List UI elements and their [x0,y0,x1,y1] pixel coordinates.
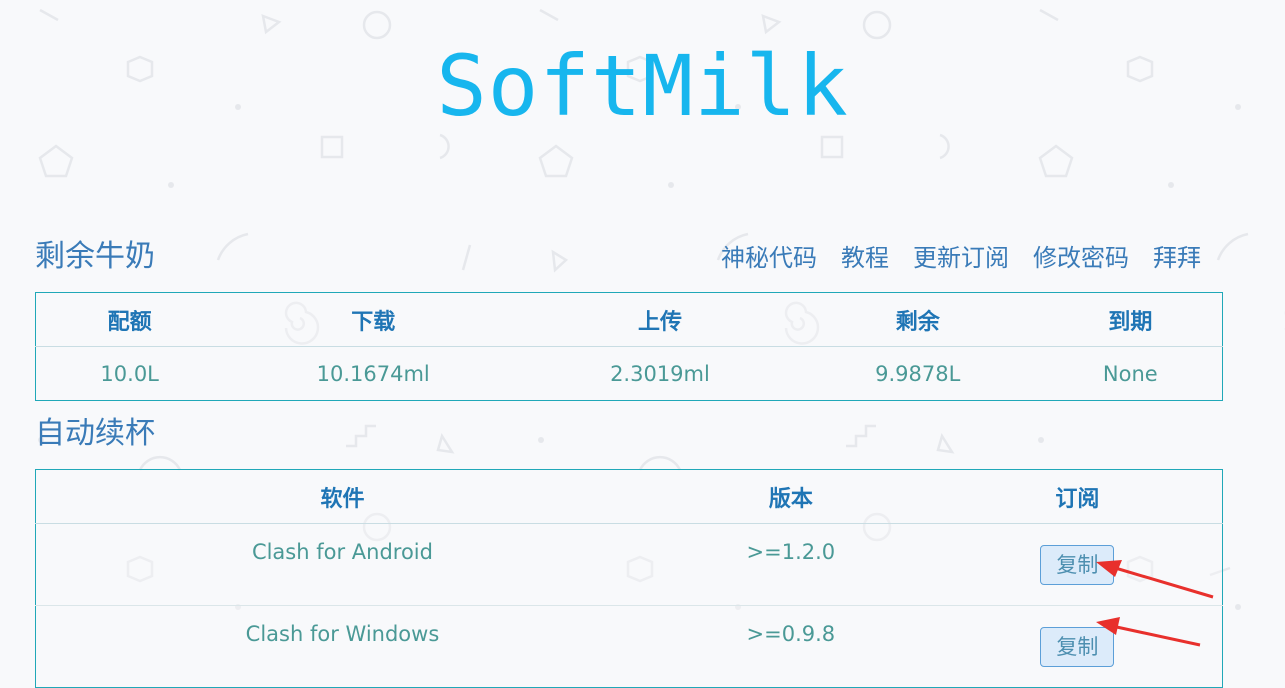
table-row: 10.0L 10.1674ml 2.3019ml 9.9878L None [36,347,1223,401]
version-requirement: >=0.9.8 [648,605,933,688]
column-header-software: 软件 [35,469,649,524]
nav-link-update-subscription[interactable]: 更新订阅 [913,240,1009,276]
nav-link-tutorial[interactable]: 教程 [841,240,889,276]
column-header-version: 版本 [648,469,933,524]
table-header-row: 配额 下载 上传 剩余 到期 [35,292,1223,347]
table-row: Clash for Android >=1.2.0 复制 [36,524,1223,606]
copy-button-android[interactable]: 复制 [1040,544,1115,585]
copy-button-windows[interactable]: 复制 [1040,626,1115,667]
site-logo[interactable]: SoftMilk [0,38,1285,134]
table-row: Clash for Windows >=0.9.8 复制 [35,605,1223,688]
version-requirement: >=1.2.0 [746,540,836,564]
quota-section-title: 剩余牛奶 [35,239,155,274]
column-header-subscribe: 订阅 [932,469,1223,524]
top-nav: 神秘代码 教程 更新订阅 修改密码 拜拜 [721,240,1201,276]
nav-link-secret-code[interactable]: 神秘代码 [721,240,817,276]
subscribe-cell: 复制 [932,605,1223,688]
column-header-download: 下载 [223,292,524,347]
column-header-remaining: 剩余 [796,292,1039,347]
subscription-table: 软件 版本 订阅 Clash for Android >=1.2.0 复制 Cl… [35,469,1223,688]
column-header-quota: 配额 [35,292,224,347]
remaining-value: 9.9878L [875,361,961,386]
renew-section-title: 自动续杯 [35,416,155,451]
download-value: 10.1674ml [316,361,430,386]
quota-table: 配额 下载 上传 剩余 到期 10.0L 10.1674ml 2.3019ml … [35,292,1223,401]
table-header-row: 软件 版本 订阅 [35,469,1223,524]
nav-link-change-password[interactable]: 修改密码 [1033,240,1129,276]
nav-link-logout[interactable]: 拜拜 [1153,240,1201,276]
quota-value: 10.0L [100,361,159,386]
upload-value: 2.3019ml [610,361,710,386]
column-header-upload: 上传 [523,292,797,347]
subscribe-cell: 复制 [933,524,1223,606]
expiry-value: None [1102,361,1158,386]
software-name: Clash for Windows [35,605,649,688]
software-name: Clash for Android [251,540,433,564]
column-header-expiry: 到期 [1038,292,1223,347]
